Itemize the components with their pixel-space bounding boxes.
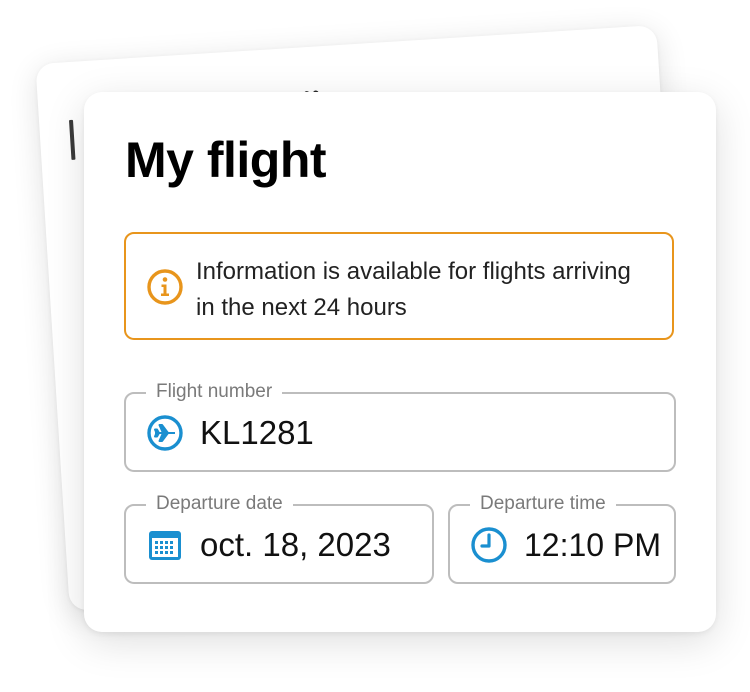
stage: My flight Information is available for f… xyxy=(0,0,750,692)
flight-card: My flight Information is available for f… xyxy=(84,92,716,632)
departure-date-field[interactable]: Departure date oct. 18, 2023 xyxy=(124,491,434,584)
clock-icon xyxy=(471,527,507,563)
info-message: Information is available for flights arr… xyxy=(196,258,631,321)
info-icon xyxy=(147,269,183,305)
departure-time-input[interactable]: 12:10 PM xyxy=(524,525,661,565)
info-notice: Information is available for flights arr… xyxy=(124,232,674,340)
card-title: My flight xyxy=(125,132,327,188)
departure-date-input[interactable]: oct. 18, 2023 xyxy=(200,525,391,565)
flight-number-label: Flight number xyxy=(146,379,283,405)
airplane-icon xyxy=(147,415,183,451)
flight-number-input[interactable]: KL1281 xyxy=(200,413,314,453)
departure-time-field[interactable]: Departure time 12:10 PM xyxy=(448,491,676,584)
background-card-mark xyxy=(68,119,76,160)
departure-time-label: Departure time xyxy=(470,491,616,517)
calendar-icon xyxy=(149,531,181,560)
flight-number-field[interactable]: Flight number KL1281 xyxy=(124,379,676,472)
departure-date-label: Departure date xyxy=(146,491,293,517)
